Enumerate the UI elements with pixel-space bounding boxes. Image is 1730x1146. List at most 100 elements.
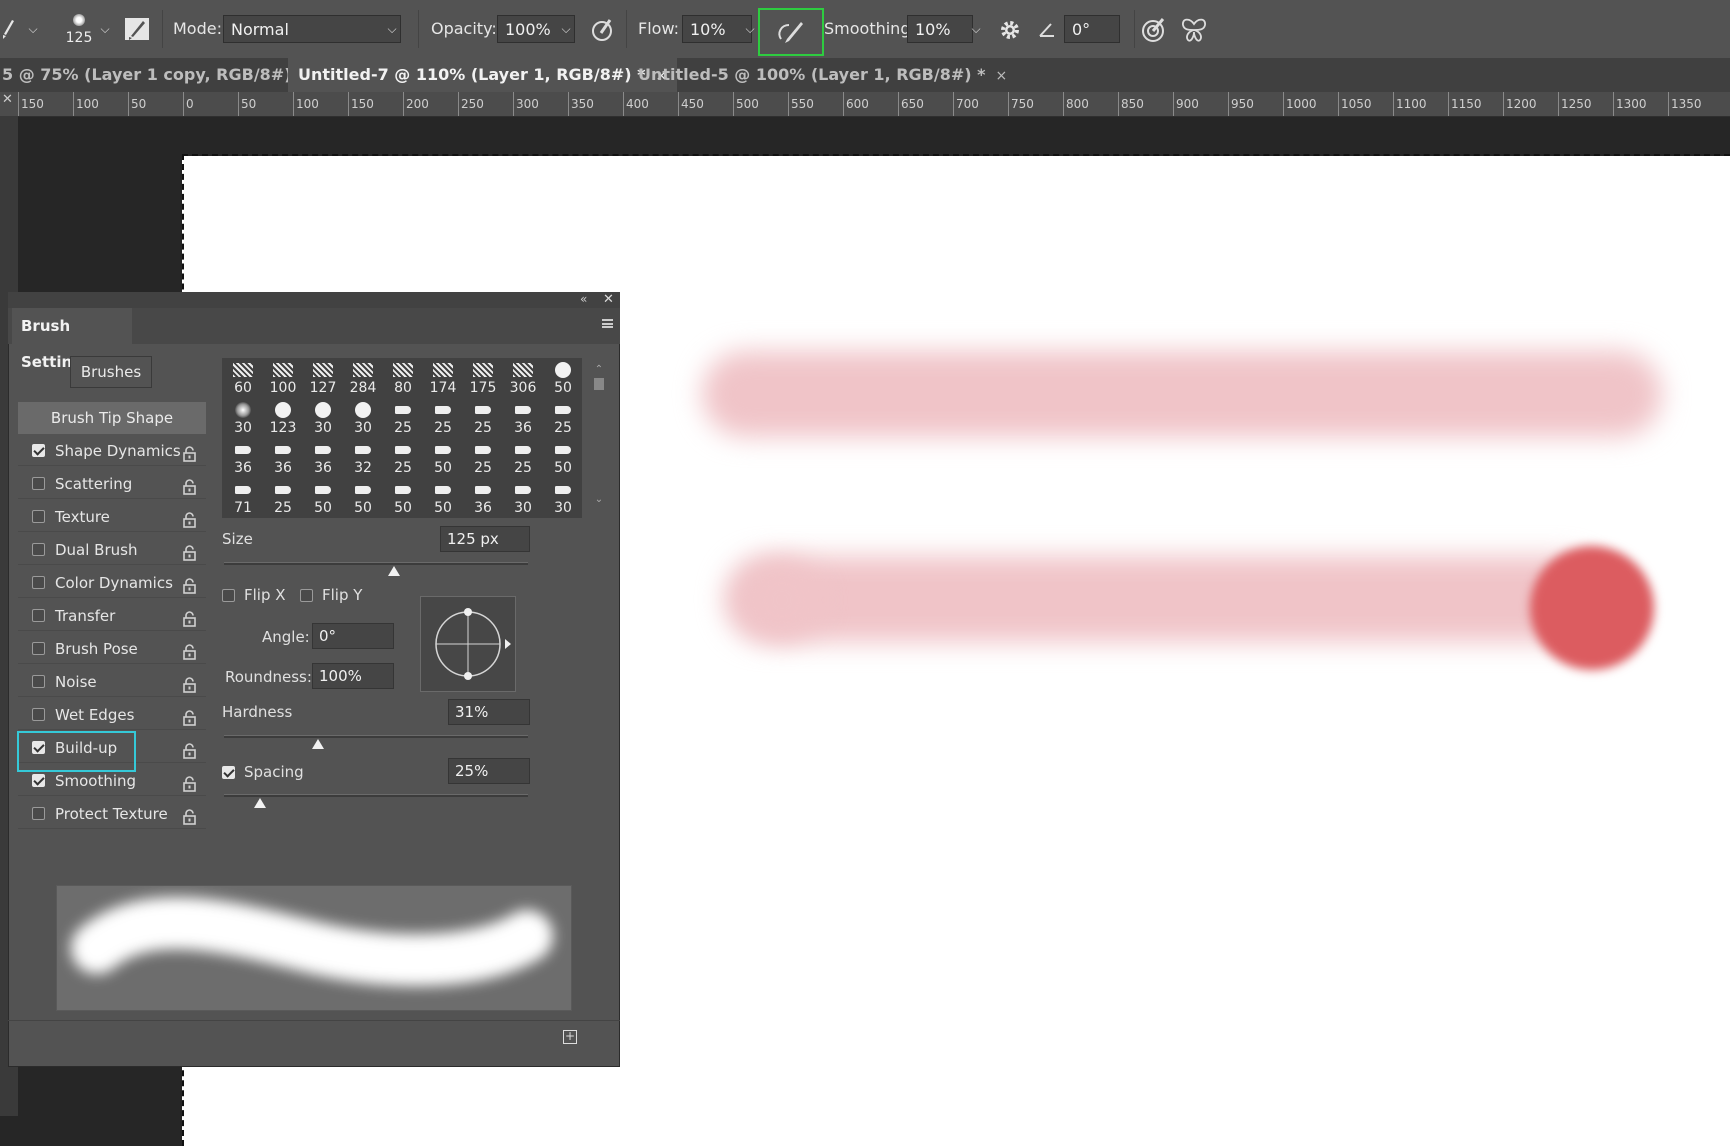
lock-icon[interactable]: [183, 772, 196, 792]
tool-preset-chevron-icon[interactable]: ⌵: [24, 15, 42, 43]
hardness-slider-track[interactable]: [224, 735, 528, 738]
brush-tip-cell[interactable]: 71: [224, 480, 262, 518]
option-checkbox[interactable]: [32, 444, 45, 457]
brush-tip-cell[interactable]: 284: [344, 360, 382, 398]
brush-tip-cell[interactable]: 50: [344, 480, 382, 518]
spacing-slider-track[interactable]: [224, 794, 528, 797]
brush-tip-cell[interactable]: 25: [544, 400, 582, 438]
blend-mode-select[interactable]: Normal: [223, 15, 401, 43]
brush-tip-cell[interactable]: 25: [264, 480, 302, 518]
size-slider-thumb[interactable]: [388, 566, 401, 576]
smoothing-chevron-icon[interactable]: ⌵: [967, 15, 985, 43]
brush-tip-cell[interactable]: 30: [224, 400, 262, 438]
brush-tip-cell[interactable]: 50: [304, 480, 342, 518]
brush-tip-cell[interactable]: 50: [424, 480, 462, 518]
brush-tool-icon[interactable]: [0, 18, 16, 40]
create-new-brush-icon[interactable]: +: [563, 1030, 577, 1044]
brush-tip-cell[interactable]: 36: [464, 480, 502, 518]
tab-brush-settings[interactable]: Brush Settings: [12, 308, 132, 371]
brush-tip-cell[interactable]: 36: [264, 440, 302, 478]
collapse-panel-icon[interactable]: «: [580, 292, 587, 306]
brush-tip-cell[interactable]: 30: [304, 400, 342, 438]
brush-tip-cell[interactable]: 25: [464, 440, 502, 478]
brush-tip-cell[interactable]: 30: [504, 480, 542, 518]
brush-tip-cell[interactable]: 25: [504, 440, 542, 478]
brush-tip-cell[interactable]: 25: [384, 440, 422, 478]
brush-tip-cell[interactable]: 50: [384, 480, 422, 518]
brush-tip-cell[interactable]: 60: [224, 360, 262, 398]
brush-tip-cell[interactable]: 50: [544, 360, 582, 398]
smoothing-field[interactable]: 10%: [907, 15, 973, 43]
lock-icon[interactable]: [183, 805, 196, 825]
brush-angle-field[interactable]: 0°: [1064, 15, 1120, 43]
tab-untitled-7[interactable]: Untitled-7 @ 110% (Layer 1, RGB/8#) * ×: [288, 58, 678, 92]
flip-x-checkbox[interactable]: Flip X: [222, 586, 292, 606]
option-checkbox[interactable]: [32, 477, 45, 490]
tip-grid-scrollbar[interactable]: ⌃ ⌄: [592, 364, 606, 514]
option-checkbox[interactable]: [32, 675, 45, 688]
lock-icon[interactable]: [183, 574, 196, 594]
brush-tip-shape-button[interactable]: Brush Tip Shape: [18, 402, 206, 434]
tab-document-1[interactable]: 5 @ 75% (Layer 1 copy, RGB/8#) *×: [0, 58, 337, 92]
option-checkbox[interactable]: [32, 576, 45, 589]
spacing-checkbox[interactable]: Spacing: [222, 763, 312, 783]
brush-tip-cell[interactable]: 25: [464, 400, 502, 438]
lock-icon[interactable]: [183, 607, 196, 627]
brush-option-dual-brush[interactable]: Dual Brush: [18, 535, 206, 565]
option-checkbox[interactable]: [32, 807, 45, 820]
brush-tip-cell[interactable]: 127: [304, 360, 342, 398]
brushes-button[interactable]: Brushes: [70, 356, 152, 388]
option-checkbox[interactable]: [32, 609, 45, 622]
option-checkbox[interactable]: [32, 543, 45, 556]
symmetry-butterfly-icon[interactable]: [1180, 16, 1208, 44]
brush-preset-picker[interactable]: 125: [62, 12, 96, 50]
brush-tip-cell[interactable]: 25: [424, 400, 462, 438]
brush-option-noise[interactable]: Noise: [18, 667, 206, 697]
lock-icon[interactable]: [183, 508, 196, 528]
lock-icon[interactable]: [183, 442, 196, 462]
pressure-size-icon[interactable]: [1140, 16, 1168, 44]
size-slider-track[interactable]: [224, 562, 528, 565]
flow-chevron-icon[interactable]: ⌵: [741, 15, 759, 43]
brush-tip-cell[interactable]: 306: [504, 360, 542, 398]
close-panel-icon[interactable]: ✕: [603, 292, 614, 307]
brush-option-scattering[interactable]: Scattering: [18, 469, 206, 499]
brush-tip-cell[interactable]: 25: [384, 400, 422, 438]
brush-option-texture[interactable]: Texture: [18, 502, 206, 532]
brush-tip-cell[interactable]: 174: [424, 360, 462, 398]
brush-tip-cell[interactable]: 123: [264, 400, 302, 438]
airbrush-button[interactable]: [758, 8, 824, 56]
option-checkbox[interactable]: [32, 642, 45, 655]
brush-option-brush-pose[interactable]: Brush Pose: [18, 634, 206, 664]
tab-untitled-5[interactable]: Untitled-5 @ 100% (Layer 1, RGB/8#) * ×: [628, 58, 1017, 92]
angle-field[interactable]: 0°: [312, 623, 394, 649]
lock-icon[interactable]: [183, 673, 196, 693]
hardness-field[interactable]: 31%: [448, 699, 530, 725]
brush-settings-toggle-icon[interactable]: [125, 18, 149, 40]
brush-tip-cell[interactable]: 100: [264, 360, 302, 398]
brush-tip-cell[interactable]: 36: [504, 400, 542, 438]
option-checkbox[interactable]: [32, 708, 45, 721]
spacing-field[interactable]: 25%: [448, 758, 530, 784]
pressure-opacity-icon[interactable]: [590, 17, 616, 43]
close-icon[interactable]: ×: [995, 68, 1007, 84]
brush-option-wet-edges[interactable]: Wet Edges: [18, 700, 206, 730]
scroll-thumb[interactable]: [594, 378, 604, 390]
scroll-up-chevron-icon[interactable]: ⌃: [592, 364, 606, 375]
brush-picker-chevron-icon[interactable]: ⌵: [96, 15, 114, 43]
brush-tip-cell[interactable]: 36: [224, 440, 262, 478]
lock-icon[interactable]: [183, 739, 196, 759]
smoothing-options-gear-icon[interactable]: [998, 18, 1022, 42]
brush-tip-cell[interactable]: 175: [464, 360, 502, 398]
size-field[interactable]: 125 px: [440, 526, 530, 552]
opacity-chevron-icon[interactable]: ⌵: [557, 15, 575, 43]
brush-option-color-dynamics[interactable]: Color Dynamics: [18, 568, 206, 598]
brush-angle-roundness-preview[interactable]: [420, 596, 516, 692]
brush-tip-cell[interactable]: 30: [344, 400, 382, 438]
panel-menu-icon[interactable]: [602, 319, 613, 328]
flip-y-checkbox[interactable]: Flip Y: [300, 586, 370, 606]
brush-tip-cell[interactable]: 30: [544, 480, 582, 518]
option-checkbox[interactable]: [32, 774, 45, 787]
brush-option-transfer[interactable]: Transfer: [18, 601, 206, 631]
brush-tip-cell[interactable]: 80: [384, 360, 422, 398]
